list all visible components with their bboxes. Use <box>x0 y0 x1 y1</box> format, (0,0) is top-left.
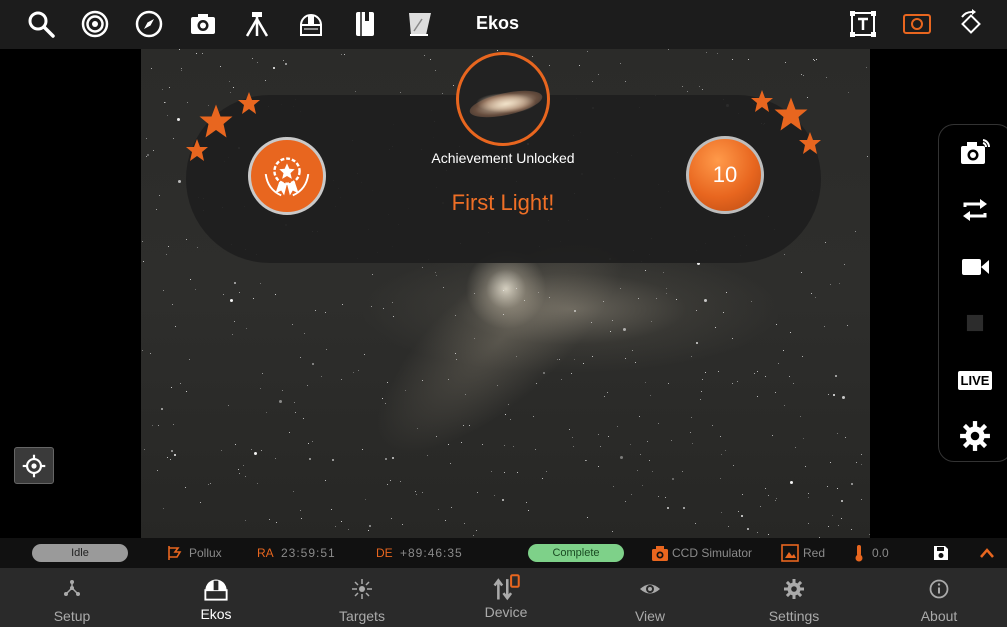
temperature-value: 0.0 <box>872 546 889 560</box>
target-name: Pollux <box>189 546 222 560</box>
camera-icon[interactable] <box>187 8 219 40</box>
notebook-icon[interactable] <box>349 8 381 40</box>
frame-icon[interactable] <box>901 8 933 40</box>
settings-icon[interactable] <box>953 416 997 456</box>
de-value: +89:46:35 <box>400 546 463 560</box>
ra-value: 23:59:51 <box>281 546 336 560</box>
star-icon <box>751 90 773 112</box>
main-view: Achievement Unlocked First Light! 10 LIV… <box>0 49 1007 538</box>
device-icon <box>493 574 520 601</box>
top-toolbar: Ekos <box>0 0 1007 49</box>
ra-label: RA <box>257 546 274 560</box>
nav-label: Device <box>484 604 528 620</box>
save-icon[interactable] <box>932 544 950 562</box>
chevron-up-icon[interactable] <box>978 544 996 562</box>
camera-name: CCD Simulator <box>672 546 753 560</box>
mount-status-badge: Idle <box>32 544 128 562</box>
capture-icon[interactable] <box>953 133 997 173</box>
award-badge-icon <box>248 137 326 215</box>
nav-about[interactable]: About <box>879 568 999 627</box>
bottom-navigation: Setup Ekos Targets Device View Settings … <box>0 568 1007 627</box>
nav-label: Targets <box>339 608 385 624</box>
filter-name: Red <box>803 546 826 560</box>
target-icon[interactable] <box>79 8 111 40</box>
targets-icon <box>352 579 372 599</box>
star-icon <box>238 92 260 114</box>
nav-setup[interactable]: Setup <box>12 568 132 627</box>
nav-settings[interactable]: Settings <box>734 568 854 627</box>
mount-target-icon <box>168 546 182 560</box>
nav-device[interactable]: Device <box>446 568 566 627</box>
nav-view[interactable]: View <box>590 568 710 627</box>
view-icon <box>640 584 660 594</box>
nav-label: About <box>920 608 958 624</box>
live-icon[interactable]: LIVE <box>953 360 997 400</box>
achievement-title: First Light! <box>451 190 555 215</box>
status-bar: Idle Pollux RA 23:59:51 DE +89:46:35 Com… <box>0 538 1007 568</box>
ekos-icon <box>204 579 228 601</box>
compass-icon[interactable] <box>133 8 165 40</box>
nav-label: Settings <box>768 608 820 624</box>
points-badge: 10 <box>686 136 764 214</box>
filter-icon <box>781 544 799 562</box>
nav-targets[interactable]: Targets <box>302 568 422 627</box>
de-label: DE <box>376 546 393 560</box>
app-title: Ekos <box>476 13 520 33</box>
star-icon <box>774 97 808 131</box>
loop-icon[interactable] <box>953 190 997 230</box>
search-icon[interactable] <box>25 8 57 40</box>
setup-icon <box>64 580 80 596</box>
settings-icon <box>784 579 804 599</box>
achievement-image <box>456 52 550 146</box>
rotate-icon[interactable] <box>955 8 987 40</box>
capture-panel: LIVE <box>938 124 1007 462</box>
nav-label: Setup <box>53 608 91 624</box>
star-icon <box>199 104 233 138</box>
live-label: LIVE <box>957 370 993 390</box>
crosshair-button[interactable] <box>14 447 54 484</box>
nav-label: View <box>634 608 666 624</box>
crosshair-icon <box>22 454 46 477</box>
nav-ekos[interactable]: Ekos <box>156 568 276 627</box>
video-icon[interactable] <box>953 247 997 287</box>
nav-label: Ekos <box>200 606 232 622</box>
star-icon <box>799 132 821 154</box>
tripod-icon[interactable] <box>241 8 273 40</box>
stop-icon[interactable] <box>953 303 997 343</box>
about-icon <box>929 579 949 599</box>
dome-icon[interactable] <box>295 8 327 40</box>
ccd-camera-icon <box>652 546 668 561</box>
achievement-subtitle: Achievement Unlocked <box>431 150 575 166</box>
thermometer-icon <box>855 545 863 562</box>
capture-status-badge: Complete <box>528 544 624 562</box>
text-overlay-icon[interactable] <box>847 8 879 40</box>
flat-panel-icon[interactable] <box>403 8 435 40</box>
star-icon <box>186 139 208 161</box>
